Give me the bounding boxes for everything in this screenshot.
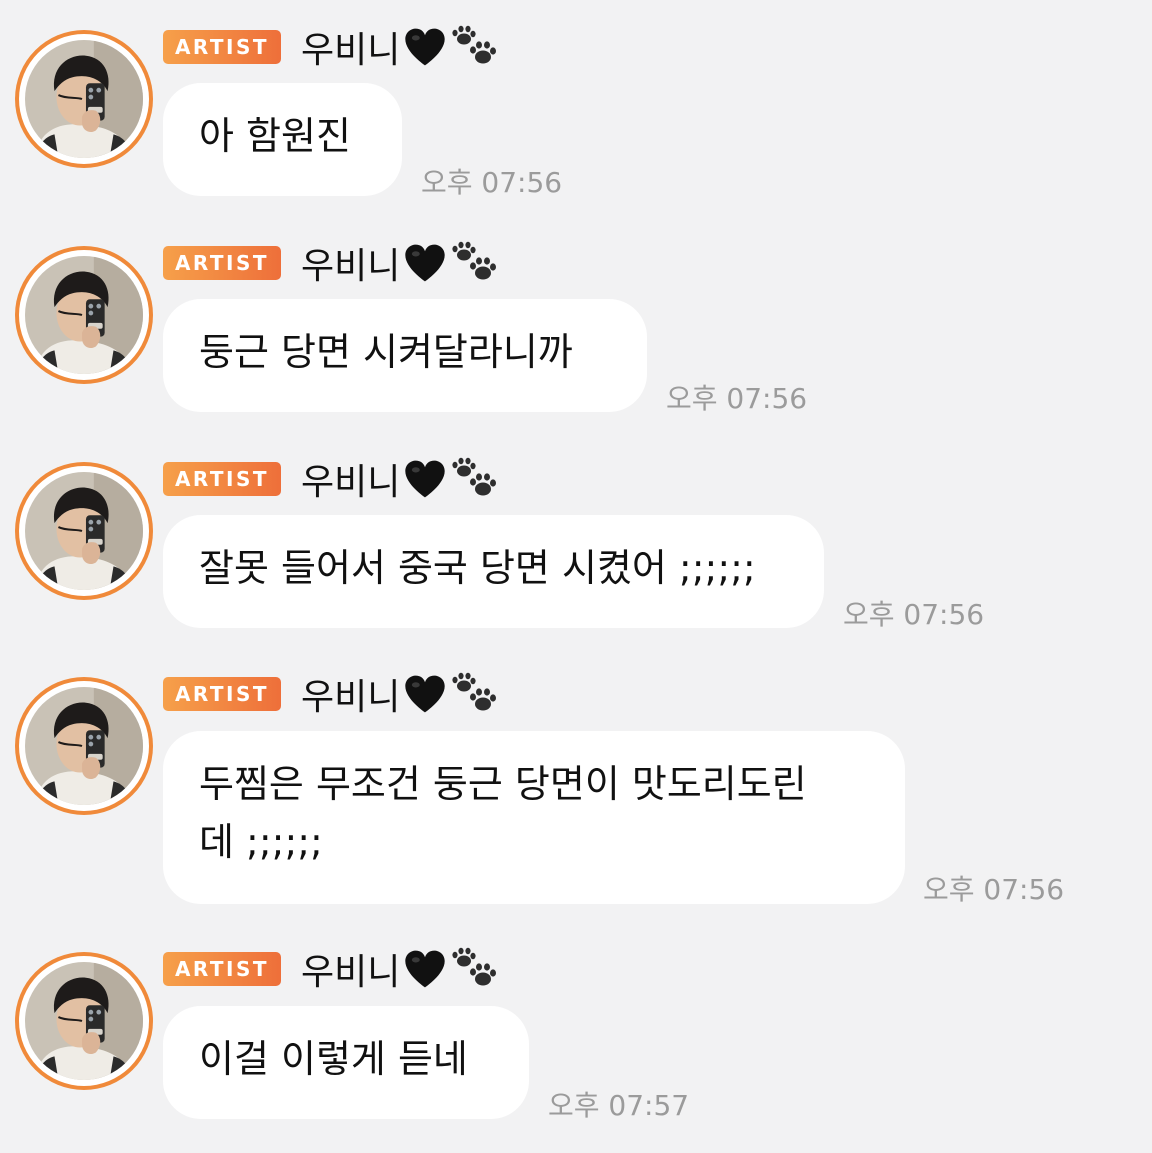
message-header: ARTIST 우비니 — [163, 668, 498, 720]
black-heart-icon — [404, 27, 446, 67]
avatar-photo — [25, 687, 143, 805]
sender-name-block[interactable]: 우비니 — [301, 21, 498, 73]
avatar[interactable] — [15, 246, 153, 384]
paw-prints-icon — [450, 672, 498, 716]
message-time: 오후 07:56 — [923, 873, 1065, 906]
paw-prints-icon — [450, 25, 498, 69]
artist-badge: ARTIST — [163, 246, 281, 280]
sender-name-block[interactable]: 우비니 — [301, 237, 498, 289]
avatar[interactable] — [15, 462, 153, 600]
message-header: ARTIST 우비니 — [163, 943, 498, 995]
sender-name: 우비니 — [301, 677, 401, 718]
message-bubble[interactable]: 이걸 이렇게 듣네 — [163, 1006, 529, 1119]
message-header: ARTIST 우비니 — [163, 237, 498, 289]
avatar[interactable] — [15, 677, 153, 815]
avatar-frame — [19, 956, 149, 1086]
black-heart-icon — [404, 459, 446, 499]
sender-name-block[interactable]: 우비니 — [301, 453, 498, 505]
paw-prints-icon — [450, 947, 498, 991]
avatar[interactable] — [15, 952, 153, 1090]
sender-name: 우비니 — [301, 952, 401, 993]
sender-name-block[interactable]: 우비니 — [301, 943, 498, 995]
avatar-frame — [19, 250, 149, 380]
avatar-frame — [19, 466, 149, 596]
avatar[interactable] — [15, 30, 153, 168]
avatar-frame — [19, 34, 149, 164]
avatar-photo — [25, 256, 143, 374]
message-time: 오후 07:56 — [421, 166, 563, 199]
sender-name: 우비니 — [301, 462, 401, 503]
avatar-photo — [25, 40, 143, 158]
artist-badge: ARTIST — [163, 462, 281, 496]
artist-badge: ARTIST — [163, 677, 281, 711]
message-bubble[interactable]: 아 함원진 — [163, 83, 402, 196]
avatar-frame — [19, 681, 149, 811]
black-heart-icon — [404, 243, 446, 283]
black-heart-icon — [404, 949, 446, 989]
message-time: 오후 07:56 — [843, 598, 985, 631]
avatar-photo — [25, 962, 143, 1080]
sender-name: 우비니 — [301, 246, 401, 287]
message-bubble[interactable]: 두찜은 무조건 둥근 당면이 맛도리도린 데 ;;;;;; — [163, 731, 905, 904]
sender-name-block[interactable]: 우비니 — [301, 668, 498, 720]
paw-prints-icon — [450, 457, 498, 501]
message-bubble[interactable]: 둥근 당면 시켜달라니까 — [163, 299, 647, 412]
black-heart-icon — [404, 674, 446, 714]
sender-name: 우비니 — [301, 30, 401, 71]
message-header: ARTIST 우비니 — [163, 21, 498, 73]
artist-badge: ARTIST — [163, 952, 281, 986]
message-bubble[interactable]: 잘못 들어서 중국 당면 시켰어 ;;;;;; — [163, 515, 824, 628]
message-header: ARTIST 우비니 — [163, 453, 498, 505]
artist-badge: ARTIST — [163, 30, 281, 64]
message-time: 오후 07:56 — [666, 382, 808, 415]
message-time: 오후 07:57 — [548, 1089, 690, 1122]
paw-prints-icon — [450, 241, 498, 285]
avatar-photo — [25, 472, 143, 590]
